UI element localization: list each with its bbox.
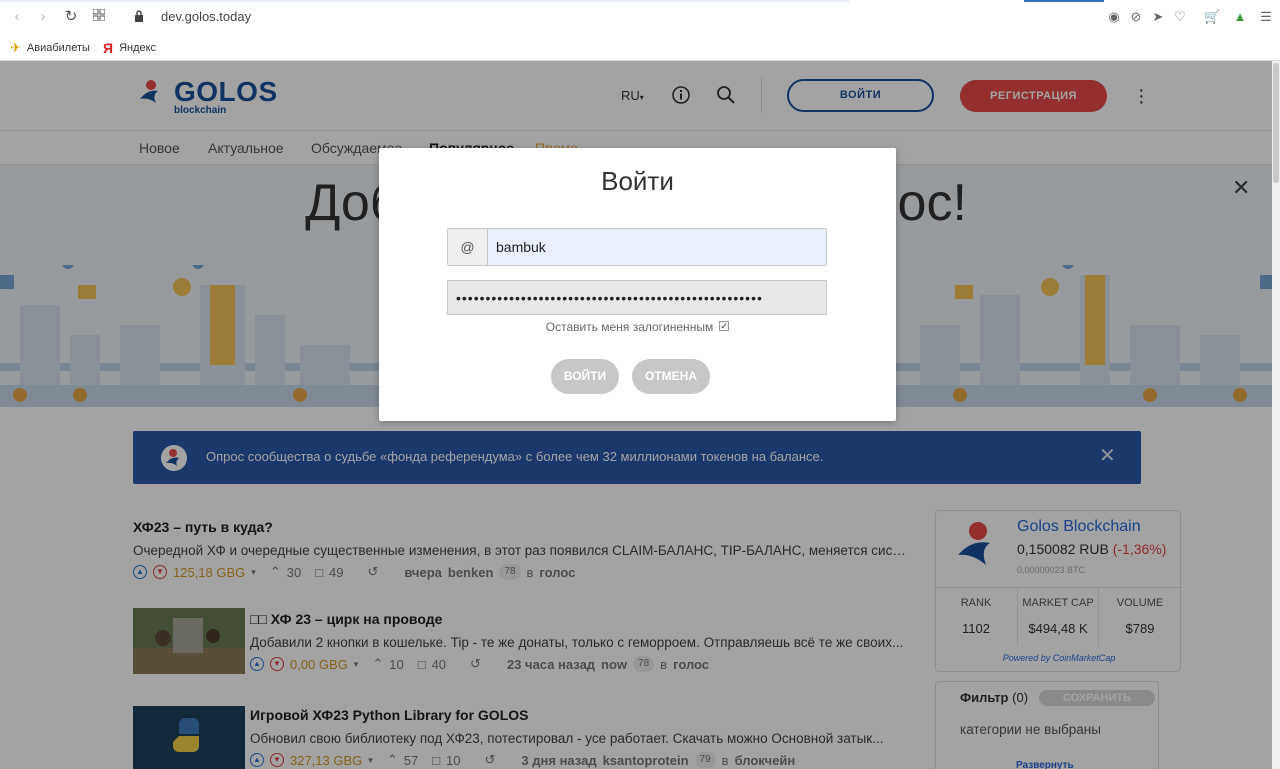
cart-icon[interactable]: 🛒 bbox=[1204, 9, 1220, 25]
scrollbar-thumb[interactable] bbox=[1273, 63, 1279, 183]
plane-icon: ✈ bbox=[10, 40, 21, 55]
block-icon[interactable]: ⊘ bbox=[1128, 9, 1144, 25]
yandex-icon: Я bbox=[103, 40, 114, 56]
bookmark-yandex[interactable]: Я Яндекс bbox=[103, 40, 156, 56]
back-icon[interactable]: ‹ bbox=[8, 8, 26, 26]
username-group: @ bbox=[447, 228, 827, 266]
remember-me[interactable]: Оставить меня залогиненным ✓ bbox=[379, 320, 896, 334]
username-input[interactable] bbox=[488, 229, 826, 265]
remember-checkbox[interactable]: ✓ bbox=[719, 320, 730, 331]
modal-title: Войти bbox=[601, 166, 674, 196]
modal-login-button[interactable]: ВОЙТИ bbox=[551, 359, 619, 394]
browser-chrome: ‹ › ↻ dev.golos.today ◉ ⊘ ➤ ♡ 🛒 ▲ ☰ ✈ Ав… bbox=[0, 0, 1280, 61]
lock-icon bbox=[135, 10, 143, 22]
extension-icon[interactable]: ▲ bbox=[1232, 9, 1248, 25]
send-icon[interactable]: ➤ bbox=[1150, 9, 1166, 25]
camera-icon[interactable]: ◉ bbox=[1106, 9, 1122, 25]
bookmarks-bar: ✈ Авиабилеты Я Яндекс bbox=[0, 34, 1280, 60]
tabs-grid-icon[interactable] bbox=[90, 8, 108, 26]
page-scrollbar[interactable] bbox=[1272, 61, 1280, 769]
forward-icon[interactable]: › bbox=[34, 8, 52, 26]
address-bar[interactable]: dev.golos.today bbox=[161, 9, 251, 24]
modal-cancel-button[interactable]: ОТМЕНА bbox=[632, 359, 710, 394]
password-input[interactable] bbox=[447, 280, 827, 315]
login-modal: Войти @ Оставить меня залогиненным ✓ ВОЙТ… bbox=[379, 148, 896, 421]
remember-me-label: Оставить меня залогиненным bbox=[545, 320, 714, 334]
at-prefix: @ bbox=[448, 229, 488, 265]
reload-icon[interactable]: ↻ bbox=[62, 8, 80, 26]
browser-toolbar: ‹ › ↻ dev.golos.today ◉ ⊘ ➤ ♡ 🛒 ▲ ☰ bbox=[0, 0, 1280, 34]
bookmark-aviabilety[interactable]: ✈ Авиабилеты bbox=[10, 40, 90, 56]
heart-icon[interactable]: ♡ bbox=[1172, 9, 1188, 25]
menu-icon[interactable]: ☰ bbox=[1258, 9, 1274, 25]
